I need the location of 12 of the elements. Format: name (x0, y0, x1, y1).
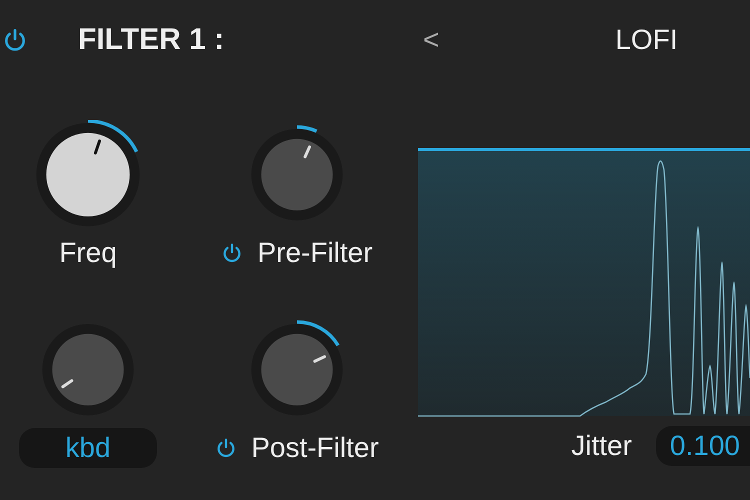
panel-title: FILTER 1 : (78, 23, 224, 57)
preset-name[interactable]: LOFI (615, 24, 678, 56)
power-icon[interactable] (221, 242, 244, 264)
value-field[interactable]: 0.100 (656, 426, 750, 466)
knob-label: Post-Filter (251, 432, 379, 464)
knob-label: Pre-Filter (257, 237, 373, 270)
back-button[interactable]: < (423, 24, 440, 56)
value-field[interactable]: kbd (19, 428, 157, 468)
knob-label: Freq (59, 237, 117, 270)
parameter-label: Jitter (571, 430, 632, 462)
power-icon[interactable] (215, 437, 238, 460)
power-icon[interactable] (2, 27, 28, 53)
